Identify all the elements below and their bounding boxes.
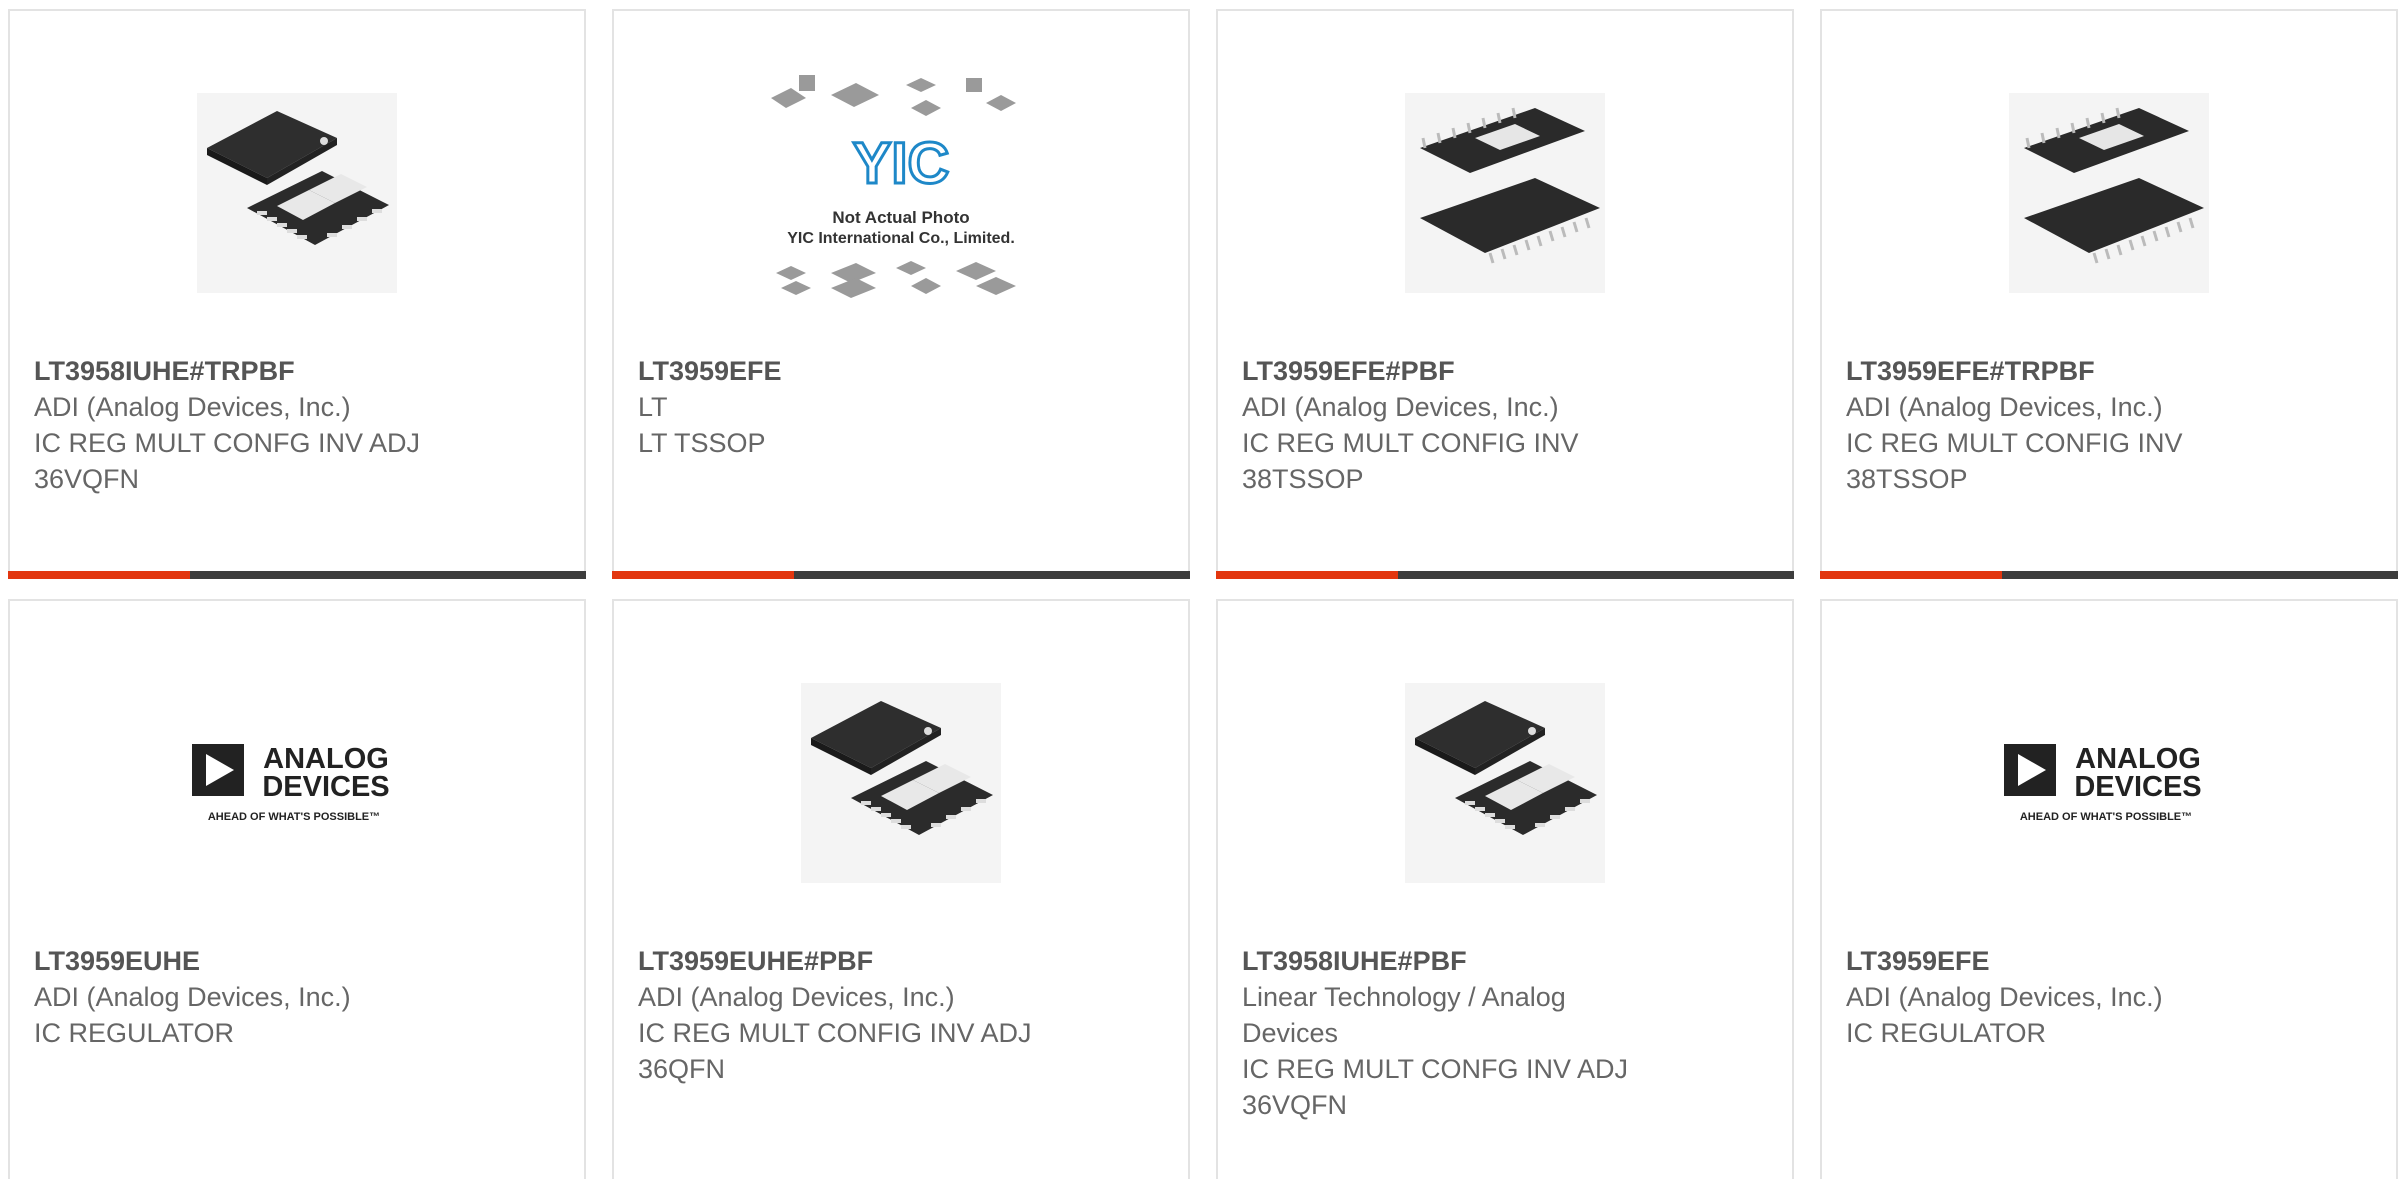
- logo-line2: DEVICES: [2074, 771, 2201, 803]
- manufacturer: ADI (Analog Devices, Inc.): [34, 392, 351, 422]
- product-card[interactable]: LT3959EFE#TRPBF ADI (Analog Devices, Inc…: [1820, 9, 2398, 579]
- manufacturer: Linear Technology / Analog Devices: [1242, 982, 1566, 1048]
- description: IC REG MULT CONFG INV ADJ 36VQFN: [34, 428, 421, 494]
- product-card[interactable]: ANALOG DEVICES AHEAD OF WHAT'S POSSIBLE™…: [1820, 599, 2398, 1179]
- product-image[interactable]: [1822, 73, 2396, 313]
- description: IC REGULATOR: [34, 1018, 235, 1048]
- card-accent-bar: [1820, 571, 2398, 579]
- product-card[interactable]: LT3959EFE#PBF ADI (Analog Devices, Inc.)…: [1216, 9, 1794, 579]
- part-number[interactable]: LT3959EFE#PBF: [1242, 353, 1768, 389]
- description: IC REG MULT CONFG INV ADJ 36VQFN: [1242, 1054, 1629, 1120]
- tssop-chip-icon: [2009, 93, 2209, 293]
- analog-devices-logo: ANALOG DEVICES AHEAD OF WHAT'S POSSIBLE™: [2004, 743, 2202, 823]
- yic-line2: YIC International Co., Limited.: [787, 230, 1015, 247]
- card-accent-bar: [8, 571, 586, 579]
- manufacturer: ADI (Analog Devices, Inc.): [638, 982, 955, 1012]
- part-number[interactable]: LT3959EFE: [638, 353, 1164, 389]
- product-card[interactable]: YIC Not Actual Photo YIC International C…: [612, 9, 1190, 579]
- manufacturer: ADI (Analog Devices, Inc.): [1846, 392, 2163, 422]
- product-image[interactable]: [614, 663, 1188, 903]
- product-card[interactable]: ANALOG DEVICES AHEAD OF WHAT'S POSSIBLE™…: [8, 599, 586, 1179]
- logo-tagline: AHEAD OF WHAT'S POSSIBLE™: [2020, 811, 2192, 823]
- manufacturer: ADI (Analog Devices, Inc.): [1846, 982, 2163, 1012]
- product-image[interactable]: ANALOG DEVICES AHEAD OF WHAT'S POSSIBLE™: [1822, 663, 2396, 903]
- card-accent-bar: [1216, 571, 1794, 579]
- description: IC REG MULT CONFIG INV ADJ 36QFN: [638, 1018, 1032, 1084]
- logo-tagline: AHEAD OF WHAT'S POSSIBLE™: [208, 811, 380, 823]
- product-card[interactable]: LT3959EUHE#PBF ADI (Analog Devices, Inc.…: [612, 599, 1190, 1179]
- description: IC REG MULT CONFIG INV 38TSSOP: [1242, 428, 1579, 494]
- description: IC REG MULT CONFIG INV 38TSSOP: [1846, 428, 2183, 494]
- product-image[interactable]: [10, 73, 584, 313]
- description: IC REGULATOR: [1846, 1018, 2047, 1048]
- qfn-chip-icon: [1405, 683, 1605, 883]
- product-card[interactable]: LT3958IUHE#PBF Linear Technology / Analo…: [1216, 599, 1794, 1179]
- product-image[interactable]: YIC Not Actual Photo YIC International C…: [614, 73, 1188, 313]
- card-accent-bar: [612, 571, 1190, 579]
- tssop-chip-icon: [1405, 93, 1605, 293]
- product-image[interactable]: [1218, 73, 1792, 313]
- product-card[interactable]: LT3958IUHE#TRPBF ADI (Analog Devices, In…: [8, 9, 586, 579]
- part-number[interactable]: LT3959EFE: [1846, 943, 2372, 979]
- manufacturer: LT: [638, 392, 668, 422]
- not-actual-photo-icon: YIC Not Actual Photo YIC International C…: [771, 75, 1016, 298]
- product-image[interactable]: [1218, 663, 1792, 903]
- part-number[interactable]: LT3959EUHE#PBF: [638, 943, 1164, 979]
- logo-line2: DEVICES: [262, 771, 389, 803]
- yic-logo: YIC: [853, 131, 950, 196]
- qfn-chip-icon: [801, 683, 1001, 883]
- product-image[interactable]: ANALOG DEVICES AHEAD OF WHAT'S POSSIBLE™: [10, 663, 584, 903]
- part-number[interactable]: LT3959EFE#TRPBF: [1846, 353, 2372, 389]
- part-number[interactable]: LT3959EUHE: [34, 943, 560, 979]
- description: LT TSSOP: [638, 428, 766, 458]
- part-number[interactable]: LT3958IUHE#TRPBF: [34, 353, 560, 389]
- analog-devices-logo: ANALOG DEVICES AHEAD OF WHAT'S POSSIBLE™: [192, 743, 390, 823]
- part-number[interactable]: LT3958IUHE#PBF: [1242, 943, 1768, 979]
- yic-line1: Not Actual Photo: [832, 208, 969, 227]
- product-grid: LT3958IUHE#TRPBF ADI (Analog Devices, In…: [0, 0, 2400, 1179]
- manufacturer: ADI (Analog Devices, Inc.): [1242, 392, 1559, 422]
- qfn-chip-icon: [197, 93, 397, 293]
- manufacturer: ADI (Analog Devices, Inc.): [34, 982, 351, 1012]
